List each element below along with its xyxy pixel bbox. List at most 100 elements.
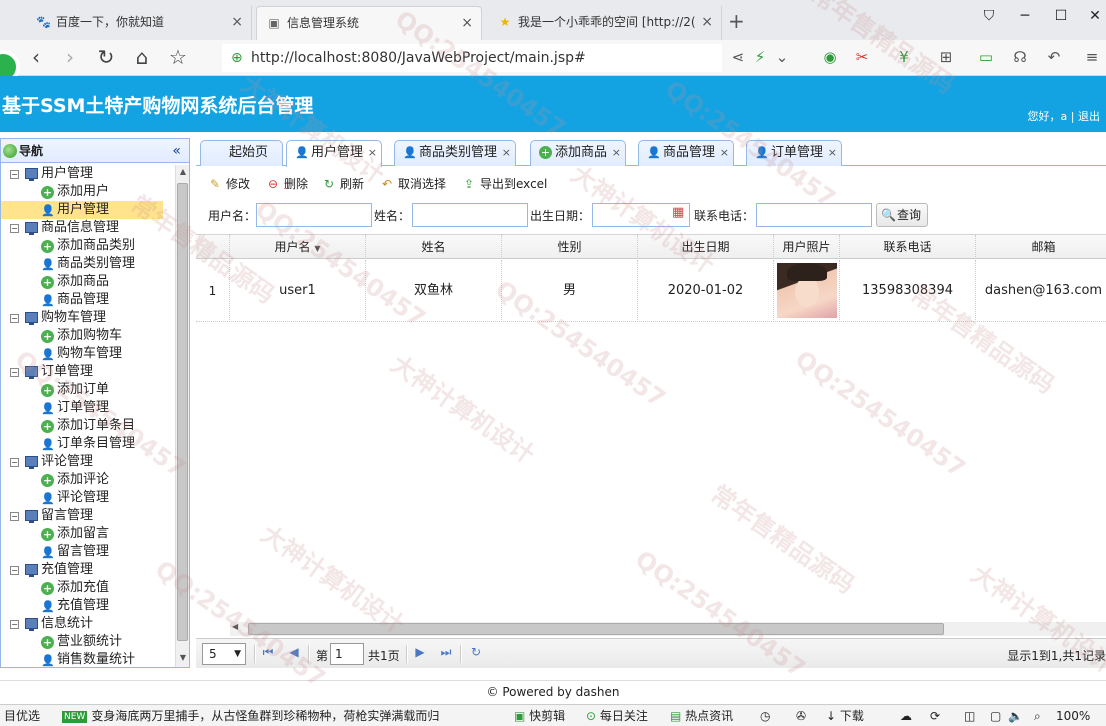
apps-grid-icon[interactable]: ⊞: [936, 48, 956, 66]
sidebar-item[interactable]: 👤 充值管理: [1, 597, 173, 615]
sidebar-item[interactable]: + 添加用户: [1, 183, 173, 201]
new-tab-button[interactable]: +: [728, 10, 745, 32]
layout-icon[interactable]: ▢: [990, 705, 1001, 726]
delete-button[interactable]: ⊖ 删除: [266, 176, 308, 192]
forward-icon[interactable]: ›: [58, 46, 82, 68]
refresh-icon[interactable]: ⟳: [930, 705, 940, 726]
sidebar-item[interactable]: + 添加购物车: [1, 327, 173, 345]
sidebar-item[interactable]: 👤 评论管理: [1, 489, 173, 507]
column-header-birthday[interactable]: 出生日期: [638, 235, 774, 259]
sidebar-group[interactable]: − 充值管理: [1, 561, 173, 579]
window-icon[interactable]: ◫: [964, 705, 975, 726]
column-header-photo[interactable]: 用户照片: [774, 235, 840, 259]
tab-user-management[interactable]: 👤 用户管理 ×: [286, 140, 383, 167]
cancel-select-button[interactable]: ↶ 取消选择: [380, 176, 446, 192]
close-icon[interactable]: ×: [828, 141, 837, 165]
tools-icon[interactable]: ✇: [796, 705, 806, 726]
sidebar-item[interactable]: 👤 订单管理: [1, 399, 173, 417]
collapse-toggle-icon[interactable]: −: [10, 512, 19, 521]
speed-icon[interactable]: ◷: [760, 705, 770, 726]
close-icon[interactable]: ×: [612, 141, 621, 165]
scroll-up-icon[interactable]: ▲: [176, 167, 190, 176]
collapse-toggle-icon[interactable]: −: [10, 620, 19, 629]
sidebar-group[interactable]: − 留言管理: [1, 507, 173, 525]
zoom-search-icon[interactable]: ⌕: [1034, 705, 1041, 726]
first-page-icon[interactable]: ⏮: [260, 645, 276, 660]
sidebar-item[interactable]: + 添加评论: [1, 471, 173, 489]
status-item-daily[interactable]: ⊙ 每日关注: [586, 705, 648, 726]
sidebar-item[interactable]: 👤 购物车管理: [1, 345, 173, 363]
sidebar-group[interactable]: − 评论管理: [1, 453, 173, 471]
grid-horizontal-scrollbar[interactable]: ◀: [230, 622, 1106, 636]
query-button[interactable]: 🔍 查询: [876, 203, 928, 227]
browser-tab-info-system[interactable]: ▣ 信息管理系统 ×: [256, 6, 482, 40]
column-header-gender[interactable]: 性别: [502, 235, 638, 259]
undo-icon[interactable]: ↶: [1044, 48, 1064, 66]
page-number-input[interactable]: 1: [330, 643, 364, 665]
sidebar-group[interactable]: − 信息统计: [1, 615, 173, 633]
sidebar-item[interactable]: 👤 用户管理: [1, 201, 163, 219]
shirt-icon[interactable]: ⛉: [978, 8, 1000, 24]
maximize-icon[interactable]: ☐: [1050, 8, 1072, 24]
volume-icon[interactable]: 🔈: [1008, 705, 1023, 726]
chat-icon[interactable]: ◉: [820, 48, 840, 66]
status-news[interactable]: NEW 变身海底两万里捕手，从古怪鱼群到珍稀物种，荷枪实弹满载而归: [62, 705, 439, 726]
close-icon[interactable]: ×: [701, 6, 713, 38]
menu-icon[interactable]: ≡: [1082, 48, 1102, 66]
sidebar-item[interactable]: + 添加订单: [1, 381, 173, 399]
sidebar-item[interactable]: 👤 留言管理: [1, 543, 173, 561]
collapse-toggle-icon[interactable]: −: [10, 458, 19, 467]
browser-tab-space[interactable]: ★ 我是一个小乖乖的空间 [http://2( ×: [488, 6, 722, 40]
scroll-left-icon[interactable]: ◀: [232, 622, 238, 631]
export-excel-button[interactable]: ⇪ 导出到excel: [462, 176, 547, 192]
sidebar-item[interactable]: + 添加商品: [1, 273, 173, 291]
minimize-icon[interactable]: ─: [1014, 8, 1036, 24]
home-icon[interactable]: ⌂: [130, 46, 154, 68]
close-icon[interactable]: ×: [461, 7, 473, 39]
lightning-icon[interactable]: ⚡: [750, 48, 770, 66]
zoom-level[interactable]: 100%: [1056, 705, 1090, 726]
bookmark-star-icon[interactable]: ☆: [166, 46, 190, 68]
close-window-icon[interactable]: ✕: [1084, 8, 1106, 24]
yen-icon[interactable]: ¥: [894, 48, 914, 66]
last-page-icon[interactable]: ⏭: [438, 645, 454, 660]
tab-category-management[interactable]: 👤 商品类别管理 ×: [394, 140, 517, 166]
refresh-button[interactable]: ↻ 刷新: [322, 176, 364, 192]
headphones-icon[interactable]: ☊: [1010, 48, 1030, 66]
reload-icon[interactable]: ↻: [94, 46, 118, 68]
name-input[interactable]: [412, 203, 528, 227]
edit-button[interactable]: ✎ 修改: [208, 176, 250, 192]
battery-icon[interactable]: ▭: [976, 48, 996, 66]
close-icon[interactable]: ×: [502, 141, 511, 165]
sidebar-item[interactable]: + 添加商品类别: [1, 237, 173, 255]
chevron-down-icon[interactable]: ⌄: [772, 48, 792, 66]
sidebar-group[interactable]: − 订单管理: [1, 363, 173, 381]
close-icon[interactable]: ×: [720, 141, 729, 165]
sidebar-item[interactable]: 👤 商品管理: [1, 291, 173, 309]
share-icon[interactable]: ⋖: [728, 48, 748, 66]
cloud-icon[interactable]: ☁: [900, 705, 912, 726]
phone-input[interactable]: [756, 203, 872, 227]
sidebar-group[interactable]: − 购物车管理: [1, 309, 173, 327]
close-icon[interactable]: ×: [368, 141, 377, 165]
calendar-icon[interactable]: ▦: [672, 205, 684, 220]
tab-home[interactable]: 起始页: [200, 140, 284, 166]
collapse-toggle-icon[interactable]: −: [10, 368, 19, 377]
status-item-download[interactable]: ↓ 下载: [826, 705, 864, 726]
url-input[interactable]: ⊕ http://localhost:8080/JavaWebProject/m…: [222, 44, 722, 72]
next-page-icon[interactable]: ▶: [412, 645, 428, 659]
status-item-video-edit[interactable]: ▣ 快剪辑: [514, 705, 565, 726]
scroll-thumb[interactable]: [248, 623, 944, 635]
close-icon[interactable]: ×: [231, 6, 243, 38]
sidebar-item[interactable]: 👤 订单条目管理: [1, 435, 173, 453]
status-item-hot-news[interactable]: ▤ 热点资讯: [670, 705, 733, 726]
collapse-toggle-icon[interactable]: −: [10, 170, 19, 179]
tab-add-product[interactable]: + 添加商品 ×: [530, 140, 627, 166]
collapse-icon[interactable]: «: [172, 139, 181, 163]
sidebar-group[interactable]: − 用户管理: [1, 165, 173, 183]
sidebar-item[interactable]: + 添加订单条目: [1, 417, 173, 435]
collapse-toggle-icon[interactable]: −: [10, 314, 19, 323]
status-left-label[interactable]: 目优选: [4, 705, 40, 726]
sidebar-item[interactable]: 👤 销售数量统计: [1, 651, 173, 669]
sidebar-scrollbar[interactable]: ▲ ▼: [175, 165, 189, 667]
